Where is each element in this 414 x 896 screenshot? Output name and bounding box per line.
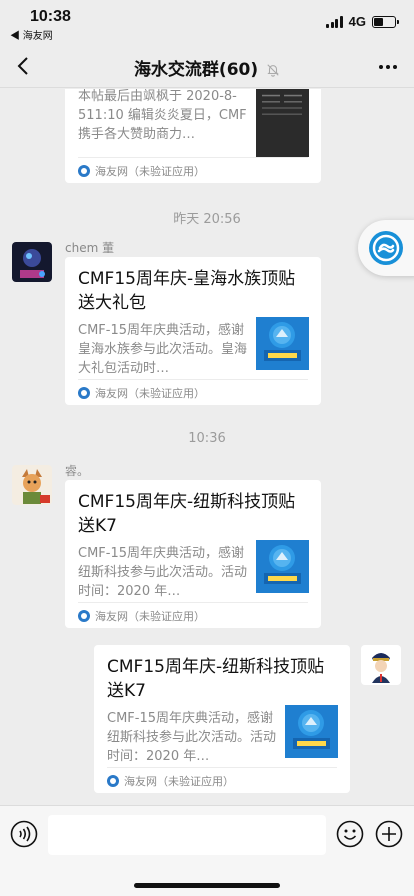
signal-bars-icon: [326, 15, 343, 28]
link-card-message[interactable]: 本帖最后由飒枫于 2020-8-511:10 编辑炎炎夏日，CMF 携手各大赞助…: [65, 89, 321, 183]
card-source: 海友网（未验证应用）: [95, 164, 205, 178]
network-type: 4G: [348, 14, 366, 29]
avatar[interactable]: [12, 465, 52, 505]
card-thumbnail: [256, 540, 309, 593]
card-source: 海友网（未验证应用）: [95, 386, 205, 400]
avatar[interactable]: [12, 242, 52, 282]
message-input[interactable]: [48, 815, 326, 855]
card-footer: 海友网（未验证应用）: [78, 379, 308, 405]
app-source-icon: [78, 386, 90, 399]
sender-name: 䜭。: [65, 464, 90, 478]
card-source: 海友网（未验证应用）: [95, 609, 205, 623]
voice-icon[interactable]: [10, 820, 38, 848]
status-back-app-link[interactable]: ◀ 海友网: [10, 27, 53, 42]
card-description: CMF-15周年庆典活动，感谢皇海水族参与此次活动。皇海大礼包活动时…: [78, 323, 248, 376]
chat-title: 海水交流群(60): [133, 60, 259, 80]
card-footer: 海友网（未验证应用）: [78, 602, 308, 628]
card-thumbnail: [256, 317, 309, 370]
card-footer: 海友网（未验证应用）: [78, 157, 308, 183]
card-title: CMF15周年庆-纽斯科技顶贴送K7: [78, 492, 296, 536]
chat-message-list[interactable]: 本帖最后由飒枫于 2020-8-511:10 编辑炎炎夏日，CMF 携手各大赞助…: [0, 89, 414, 805]
card-source: 海友网（未验证应用）: [124, 774, 234, 788]
floating-assist-button[interactable]: [358, 220, 414, 276]
card-title: CMF15周年庆-纽斯科技顶贴送K7: [107, 657, 325, 701]
card-thumbnail: [256, 89, 309, 157]
link-card-message[interactable]: CMF15周年庆-皇海水族顶贴送大礼包 CMF-15周年庆典活动，感谢皇海水族参…: [65, 257, 321, 405]
home-indicator[interactable]: [134, 883, 280, 888]
chat-title-container: 海水交流群(60): [0, 55, 414, 80]
timestamp: 昨天 20:56: [173, 212, 241, 227]
status-time: 10:38: [30, 8, 71, 25]
app-source-icon: [78, 609, 90, 622]
link-card-message[interactable]: CMF15周年庆-纽斯科技顶贴送K7 CMF-15周年庆典活动，感谢纽斯科技参与…: [94, 645, 350, 793]
app-source-icon: [78, 164, 90, 177]
card-description: 本帖最后由飒枫于 2020-8-511:10 编辑炎炎夏日，CMF 携手各大赞助…: [78, 89, 247, 142]
status-bar: 10:38 ◀ 海友网 4G: [0, 0, 414, 44]
nav-bar: 海水交流群(60): [0, 44, 414, 88]
status-indicators: 4G: [326, 14, 399, 29]
emoji-icon[interactable]: [336, 820, 364, 848]
sender-name: chem 董: [65, 241, 115, 255]
card-title: CMF15周年庆-皇海水族顶贴送大礼包: [78, 269, 296, 313]
card-description: CMF-15周年庆典活动，感谢纽斯科技参与此次活动。活动时间：2020 年…: [78, 546, 248, 599]
battery-icon: [372, 15, 399, 28]
card-footer: 海友网（未验证应用）: [107, 767, 337, 793]
app-source-icon: [107, 774, 119, 787]
link-card-message[interactable]: CMF15周年庆-纽斯科技顶贴送K7 CMF-15周年庆典活动，感谢纽斯科技参与…: [65, 480, 321, 628]
bell-slash-icon: [267, 64, 279, 77]
plus-circle-icon[interactable]: [375, 820, 403, 848]
timestamp: 10:36: [188, 431, 226, 446]
card-thumbnail: [285, 705, 338, 758]
card-description: CMF-15周年庆典活动，感谢纽斯科技参与此次活动。活动时间：2020 年…: [107, 711, 277, 764]
input-bar: [0, 805, 414, 896]
self-avatar[interactable]: [361, 645, 401, 685]
refresh-ring-icon: [369, 231, 403, 265]
more-dots-icon[interactable]: [376, 55, 400, 79]
